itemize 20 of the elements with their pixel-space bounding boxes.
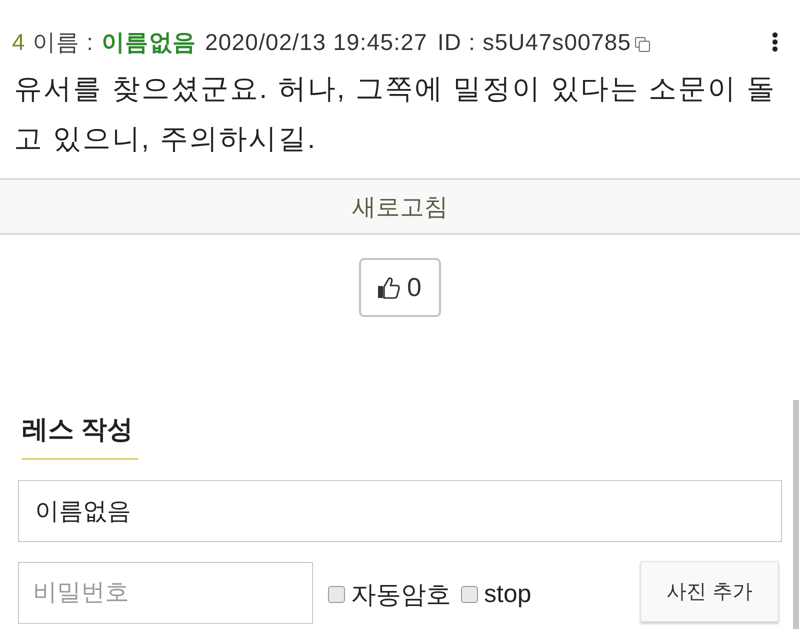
like-button[interactable]: 0	[359, 258, 441, 317]
post-body: 유서를 찾으셨군요. 허나, 그쪽에 밀정이 있다는 소문이 돌고 있으니, 주의하시길.	[14, 72, 778, 156]
name-label: 이름 :	[32, 28, 94, 56]
password-input-field[interactable]: 비밀번호	[18, 562, 313, 624]
add-photo-button[interactable]: 사진 추가	[640, 560, 779, 622]
author-name: 이름없음	[102, 28, 196, 56]
post-date: 2020/02/13 19:45:27	[205, 28, 428, 56]
post-number: 4	[12, 28, 26, 56]
more-menu-icon[interactable]	[772, 32, 778, 52]
thumbs-up-icon	[377, 276, 401, 300]
name-input-field[interactable]: 이름없음	[18, 480, 782, 542]
checkbox[interactable]	[461, 586, 478, 602]
reply-form-heading: 레스 작성	[22, 413, 134, 446]
post-id: ID : s5U47s00785	[437, 28, 632, 56]
refresh-button[interactable]: 새로고침	[0, 178, 800, 235]
checkbox-label: 자동암호	[351, 580, 451, 610]
checkbox[interactable]	[328, 586, 345, 602]
scrollbar-thumb[interactable]	[793, 400, 799, 629]
copy-icon[interactable]	[635, 36, 650, 52]
checkbox-label: stop	[484, 580, 532, 608]
